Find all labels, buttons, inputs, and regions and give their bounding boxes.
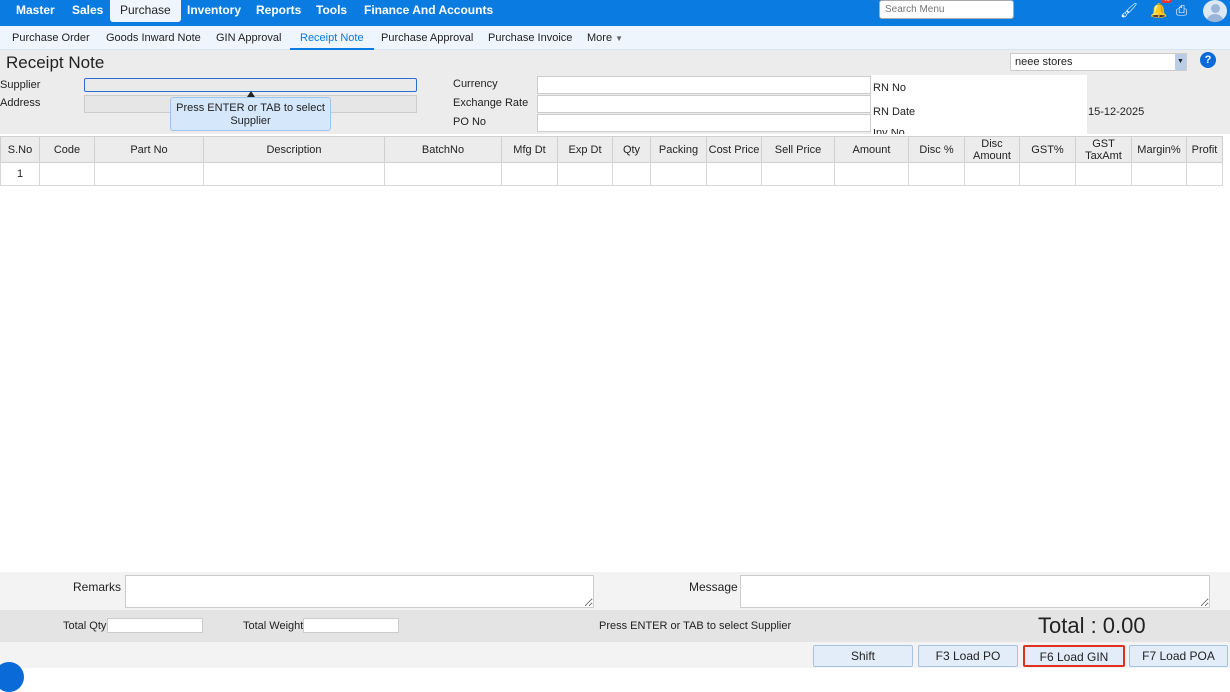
table-cell[interactable] <box>1019 162 1076 186</box>
load-po-button[interactable]: F3 Load PO <box>918 645 1018 667</box>
rn-no-label: RN No <box>873 82 907 94</box>
load-poa-button[interactable]: F7 Load POA <box>1129 645 1228 667</box>
remarks-section: Remarks Message <box>0 572 1230 610</box>
table-cell[interactable] <box>501 162 558 186</box>
total-qty-label: Total Qty <box>63 620 107 632</box>
page-title: Receipt Note <box>6 53 105 72</box>
table-cell[interactable] <box>706 162 762 186</box>
shift-button[interactable]: Shift <box>813 645 913 667</box>
nav-sales[interactable]: Sales <box>64 0 111 22</box>
totals-bar: Total Qty Total Weight Press ENTER or TA… <box>0 610 1230 642</box>
column-header: Profit <box>1186 136 1223 163</box>
tab-purchase-invoice[interactable]: Purchase Invoice <box>488 32 572 44</box>
column-header: Sell Price <box>761 136 835 163</box>
table-cell[interactable] <box>761 162 835 186</box>
paint-brush-icon[interactable]: 🖌 <box>1120 2 1138 19</box>
store-select[interactable]: neee stores ▼ <box>1010 53 1187 71</box>
column-header: BatchNo <box>384 136 502 163</box>
nav-finance[interactable]: Finance And Accounts <box>356 0 501 22</box>
inv-no-label: Inv No <box>873 129 905 134</box>
tab-purchase-approval[interactable]: Purchase Approval <box>381 32 473 44</box>
nav-purchase[interactable]: Purchase <box>110 0 181 22</box>
supplier-input[interactable] <box>84 78 417 92</box>
remarks-label: Remarks <box>73 580 122 594</box>
exchange-rate-label: Exchange Rate <box>453 97 529 109</box>
table-cell[interactable] <box>612 162 651 186</box>
remarks-textarea[interactable] <box>125 575 594 608</box>
po-no-label: PO No <box>453 116 487 128</box>
tooltip-arrow-icon <box>247 91 255 97</box>
items-table: S.No Code Part No Description BatchNo Mfg Dt E… <box>0 136 1223 186</box>
column-header: GST TaxAmt <box>1075 136 1132 163</box>
nav-master[interactable]: Master <box>8 0 63 22</box>
column-header: Disc % <box>908 136 965 163</box>
column-header: Packing <box>650 136 707 163</box>
top-navbar: Master Sales Purchase Inventory Reports … <box>0 0 1230 26</box>
rn-date-value: 15-12-2025 <box>1088 106 1145 118</box>
table-cell[interactable] <box>39 162 95 186</box>
column-header: Qty <box>612 136 651 163</box>
table-cell[interactable] <box>203 162 385 186</box>
column-header: Code <box>39 136 95 163</box>
nav-reports[interactable]: Reports <box>248 0 309 22</box>
chat-bubble-icon[interactable] <box>0 662 24 692</box>
currency-input[interactable] <box>537 76 871 94</box>
supplier-tooltip: Press ENTER or TAB to select Supplier <box>170 97 331 131</box>
tab-more[interactable]: More ▼ <box>587 32 623 44</box>
table-cell[interactable]: 1 <box>0 162 40 186</box>
column-header: Cost Price <box>706 136 762 163</box>
store-value: neee stores <box>1015 56 1073 68</box>
dropdown-arrow-icon: ▼ <box>1175 54 1186 70</box>
column-header: S.No <box>0 136 40 163</box>
column-header: Exp Dt <box>557 136 613 163</box>
search-menu-input[interactable] <box>879 0 1014 19</box>
sub-navbar: Purchase Order Goods Inward Note GIN App… <box>0 26 1230 50</box>
exchange-rate-input[interactable] <box>537 95 871 113</box>
tab-purchase-order[interactable]: Purchase Order <box>12 32 90 44</box>
column-header: Part No <box>94 136 204 163</box>
tab-goods-inward-note[interactable]: Goods Inward Note <box>106 32 201 44</box>
column-header: Margin% <box>1131 136 1187 163</box>
table-cell[interactable] <box>384 162 502 186</box>
column-header: Description <box>203 136 385 163</box>
rn-date-label: RN Date <box>873 106 916 118</box>
column-header: Mfg Dt <box>501 136 558 163</box>
nav-inventory[interactable]: Inventory <box>179 0 249 22</box>
table-row: 1 <box>0 162 1223 186</box>
total-weight-label: Total Weight <box>243 620 304 632</box>
help-icon[interactable]: ? <box>1200 52 1216 68</box>
po-no-input[interactable] <box>537 114 871 132</box>
printer-icon[interactable]: ⎙ <box>1176 2 1187 19</box>
more-label: More <box>587 32 613 44</box>
message-textarea[interactable] <box>740 575 1210 608</box>
tab-gin-approval[interactable]: GIN Approval <box>216 32 281 44</box>
table-cell[interactable] <box>834 162 909 186</box>
supplier-label: Supplier <box>0 79 41 91</box>
nav-tools[interactable]: Tools <box>308 0 355 22</box>
total-weight-input[interactable] <box>303 618 399 633</box>
column-header: GST% <box>1019 136 1076 163</box>
table-cell[interactable] <box>650 162 707 186</box>
table-cell[interactable] <box>557 162 613 186</box>
tab-receipt-note[interactable]: Receipt Note <box>290 32 374 50</box>
load-gin-button[interactable]: F6 Load GIN <box>1023 645 1125 667</box>
table-cell[interactable] <box>1131 162 1187 186</box>
total-qty-input[interactable] <box>107 618 203 633</box>
table-cell[interactable] <box>1186 162 1223 186</box>
notification-badge: 40 <box>1161 0 1172 3</box>
address-label: Address <box>0 97 41 109</box>
status-message: Press ENTER or TAB to select Supplier <box>599 620 792 632</box>
table-cell[interactable] <box>94 162 204 186</box>
table-cell[interactable] <box>908 162 965 186</box>
column-header: Amount <box>834 136 909 163</box>
avatar[interactable] <box>1203 0 1227 22</box>
grand-total: Total : 0.00 <box>1038 613 1146 638</box>
currency-label: Currency <box>453 78 498 90</box>
message-label: Message <box>689 580 738 594</box>
bell-icon[interactable]: 🔔 <box>1150 2 1167 19</box>
table-cell[interactable] <box>964 162 1020 186</box>
table-cell[interactable] <box>1075 162 1132 186</box>
column-header: Disc Amount <box>964 136 1020 163</box>
caret-down-icon: ▼ <box>615 34 624 43</box>
